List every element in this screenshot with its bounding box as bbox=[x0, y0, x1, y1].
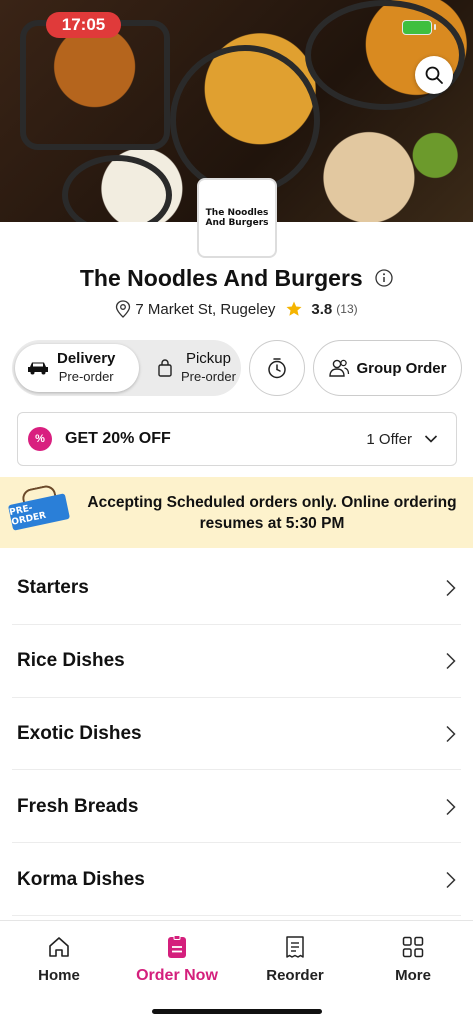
battery-icon bbox=[402, 20, 436, 35]
delivery-option[interactable]: Delivery Pre-order bbox=[15, 344, 139, 392]
address: 7 Market St, Rugeley bbox=[135, 300, 276, 318]
category-row[interactable]: Fresh Breads bbox=[0, 770, 473, 843]
home-indicator bbox=[152, 1009, 322, 1014]
menu-category-list: Starters Rice Dishes Exotic Dishes Fresh… bbox=[0, 552, 473, 916]
chevron-down-icon bbox=[424, 435, 438, 443]
group-order-label: Group Order bbox=[356, 359, 447, 377]
chevron-right-icon bbox=[446, 580, 456, 597]
chevron-right-icon bbox=[446, 871, 456, 888]
scheduled-orders-banner: PRE-ORDER Accepting Scheduled orders onl… bbox=[0, 477, 473, 548]
location-pin-icon bbox=[116, 300, 131, 318]
tab-label: More bbox=[395, 967, 431, 984]
restaurant-meta: 7 Market St, Rugeley 3.8 (13) bbox=[0, 300, 473, 318]
pickup-label: Pickup bbox=[185, 350, 231, 367]
chevron-right-icon bbox=[446, 798, 456, 815]
category-name: Korma Dishes bbox=[17, 868, 145, 890]
search-icon bbox=[425, 66, 443, 84]
preorder-sign-icon: PRE-ORDER bbox=[7, 493, 71, 531]
rating-count: (13) bbox=[336, 302, 358, 316]
category-name: Starters bbox=[17, 577, 89, 599]
order-icon bbox=[168, 935, 186, 958]
chevron-right-icon bbox=[446, 653, 456, 670]
tab-label: Reorder bbox=[266, 967, 324, 984]
category-name: Exotic Dishes bbox=[17, 722, 142, 744]
delivery-label: Delivery bbox=[57, 350, 116, 367]
offer-title: GET 20% OFF bbox=[65, 430, 171, 447]
tab-label: Order Now bbox=[136, 967, 218, 984]
category-row[interactable]: Korma Dishes bbox=[0, 843, 473, 916]
discount-badge-icon: % bbox=[28, 427, 52, 451]
home-icon bbox=[49, 937, 69, 957]
offer-card[interactable]: % GET 20% OFF 1 Offer bbox=[17, 412, 457, 466]
pickup-sub: Pre-order bbox=[181, 369, 236, 384]
star-icon bbox=[286, 301, 302, 316]
restaurant-logo: The Noodles And Burgers bbox=[197, 178, 277, 258]
rating-value: 3.8 bbox=[311, 300, 333, 318]
restaurant-title: The Noodles And Burgers bbox=[0, 265, 473, 293]
banner-message: Accepting Scheduled orders only. Online … bbox=[87, 494, 457, 532]
stopwatch-icon bbox=[268, 358, 286, 379]
pickup-option[interactable]: Pickup Pre-order bbox=[145, 344, 239, 392]
group-order-button[interactable]: Group Order bbox=[313, 340, 462, 396]
tab-reorder[interactable]: Reorder bbox=[236, 935, 354, 984]
restaurant-name: The Noodles And Burgers bbox=[79, 265, 363, 291]
grid-icon bbox=[402, 936, 424, 958]
offer-count: 1 Offer bbox=[366, 430, 412, 448]
chevron-right-icon bbox=[446, 725, 456, 743]
info-icon[interactable] bbox=[375, 266, 393, 293]
category-row[interactable]: Rice Dishes bbox=[0, 625, 473, 698]
tab-order-now[interactable]: Order Now bbox=[118, 935, 236, 985]
delivery-sub: Pre-order bbox=[58, 369, 114, 384]
car-icon bbox=[28, 362, 48, 375]
category-row[interactable]: Starters bbox=[0, 552, 473, 625]
search-button[interactable] bbox=[415, 56, 453, 94]
tab-home[interactable]: Home bbox=[0, 935, 118, 984]
group-icon bbox=[329, 359, 350, 377]
category-name: Fresh Breads bbox=[17, 795, 139, 817]
tab-more[interactable]: More bbox=[354, 935, 472, 984]
bag-icon bbox=[158, 359, 172, 377]
receipt-icon bbox=[286, 936, 304, 958]
order-mode-toggle: Delivery Pre-order Pickup Pre-order bbox=[12, 340, 241, 396]
status-time: 17:05 bbox=[46, 12, 121, 38]
category-name: Rice Dishes bbox=[17, 650, 125, 672]
category-row[interactable]: Exotic Dishes bbox=[0, 698, 473, 771]
schedule-button[interactable] bbox=[249, 340, 305, 396]
tab-label: Home bbox=[38, 967, 80, 984]
